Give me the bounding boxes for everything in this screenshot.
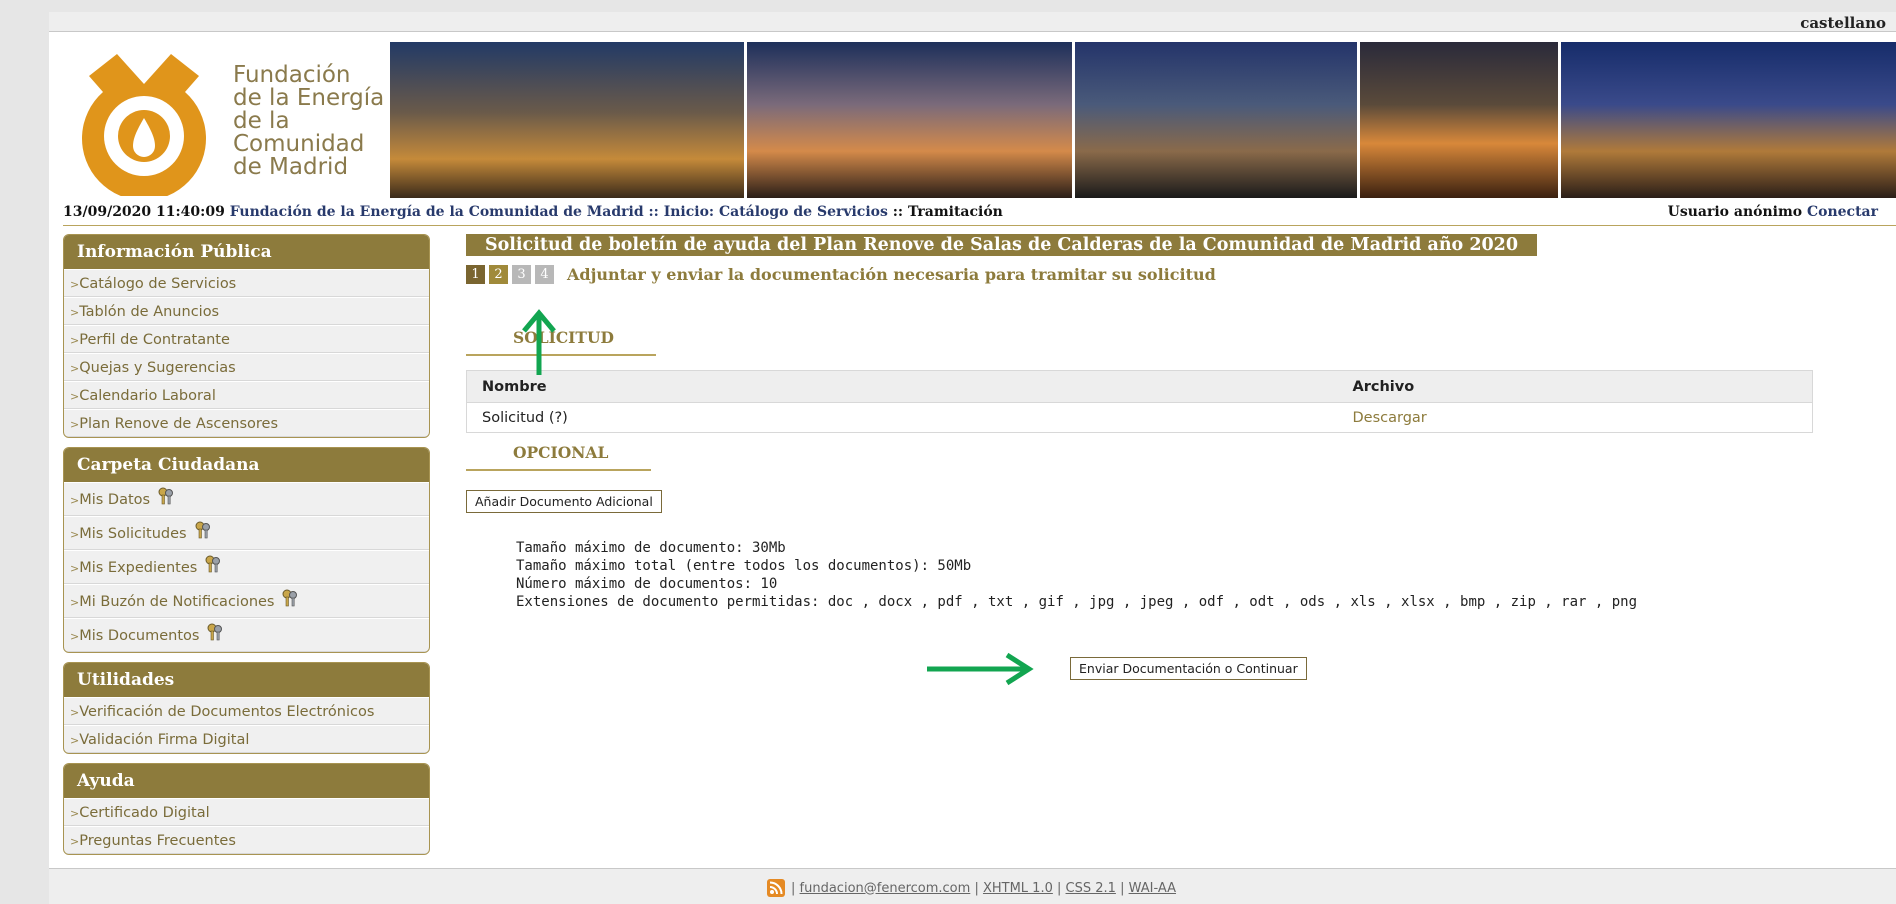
step-1: 1 — [466, 264, 485, 284]
section-title-solicitud: SOLICITUD — [466, 328, 656, 356]
sidebar-section-title: Utilidades — [64, 663, 429, 697]
sidebar-public-info: Información Pública >Catálogo de Servici… — [63, 234, 430, 438]
breadcrumb-home-link[interactable]: Fundación de la Energía de la Comunidad … — [230, 204, 644, 220]
banner-photo-gran-via — [390, 42, 744, 198]
sidebar-item-mis-expedientes[interactable]: >Mis Expedientes — [64, 550, 429, 584]
user-status: Usuario anónimo — [1667, 204, 1803, 220]
footer-wai-link[interactable]: WAI-AA — [1129, 881, 1176, 896]
step-2: 2 — [489, 264, 508, 284]
sidebar-item-preguntas[interactable]: >Preguntas Frecuentes — [64, 826, 429, 854]
step-3: 3 — [512, 264, 531, 284]
step-instruction: Adjuntar y enviar la documentación neces… — [567, 264, 1216, 284]
header-banner — [390, 42, 1896, 198]
sidebar-item-mis-datos[interactable]: >Mis Datos — [64, 482, 429, 516]
submit-documents-button[interactable]: Enviar Documentación o Continuar — [1070, 657, 1307, 680]
keys-icon — [158, 487, 174, 505]
sidebar-section-title: Carpeta Ciudadana — [64, 448, 429, 482]
sidebar-item-verificacion[interactable]: >Verificación de Documentos Electrónicos — [64, 697, 429, 725]
table-header-row: Nombre Archivo — [466, 370, 1813, 403]
green-arrow-up-icon — [522, 309, 556, 375]
page-title: Solicitud de boletín de ayuda del Plan R… — [466, 234, 1537, 256]
column-header-nombre: Nombre — [466, 370, 1338, 403]
document-name: Solicitud (?) — [482, 409, 568, 426]
keys-icon — [282, 589, 298, 607]
keys-icon — [207, 623, 223, 641]
sidebar-citizen-folder: Carpeta Ciudadana >Mis Datos >Mis Solici… — [63, 447, 430, 653]
current-datetime: 13/09/2020 11:40:09 — [63, 204, 225, 220]
rss-icon[interactable] — [767, 879, 785, 897]
download-link[interactable]: Descargar — [1338, 403, 1813, 433]
sidebar-item-validacion[interactable]: >Validación Firma Digital — [64, 725, 429, 753]
sidebar-item-calendario[interactable]: >Calendario Laboral — [64, 381, 429, 409]
sidebar-utilities: Utilidades >Verificación de Documentos E… — [63, 662, 430, 754]
upload-limits: Tamaño máximo de documento: 30Mb Tamaño … — [516, 539, 1637, 611]
limit-max-document: Tamaño máximo de documento: 30Mb — [516, 540, 786, 556]
sidebar-help: Ayuda >Certificado Digital >Preguntas Fr… — [63, 763, 430, 855]
step-indicator: 1 2 3 4 Adjuntar y enviar la documentaci… — [466, 264, 1216, 284]
keys-icon — [195, 521, 210, 539]
sidebar-item-mis-documentos[interactable]: >Mis Documentos — [64, 618, 429, 652]
banner-photo-towers — [747, 42, 1072, 198]
banner-photo-plaza-mayor — [1561, 42, 1896, 198]
language-bar: castellano — [49, 12, 1896, 32]
footer: | fundacion@fenercom.com | XHTML 1.0 | C… — [49, 868, 1896, 904]
sidebar-section-title: Ayuda — [64, 764, 429, 798]
limit-max-count: Número máximo de documentos: 10 — [516, 576, 778, 592]
logo-text: Fundación de la Energía de la Comunidad … — [233, 62, 385, 180]
banner-photo-highway — [1075, 42, 1357, 198]
sidebar-item-plan-renove[interactable]: >Plan Renove de Ascensores — [64, 409, 429, 437]
foundation-logo-icon[interactable] — [69, 46, 219, 196]
sidebar-item-certificado[interactable]: >Certificado Digital — [64, 798, 429, 826]
table-row: Solicitud (?) Descargar — [467, 403, 1813, 433]
sidebar-section-title: Información Pública — [64, 235, 429, 269]
sidebar-item-tablon[interactable]: >Tablón de Anuncios — [64, 297, 429, 325]
breadcrumb: 13/09/2020 11:40:09 Fundación de la Ener… — [63, 200, 1896, 226]
page: castellano Fundación de la Energía de la… — [49, 12, 1896, 904]
sidebar-item-mis-solicitudes[interactable]: >Mis Solicitudes — [64, 516, 429, 550]
sidebar-item-buzon[interactable]: >Mi Buzón de Notificaciones — [64, 584, 429, 618]
breadcrumb-inicio-link[interactable]: Inicio: — [664, 204, 714, 220]
footer-email-link[interactable]: fundacion@fenercom.com — [800, 881, 971, 896]
column-header-archivo: Archivo — [1337, 370, 1813, 403]
banner-photo-crystal-palace — [1360, 42, 1558, 198]
add-document-button[interactable]: Añadir Documento Adicional — [466, 490, 662, 513]
connect-link[interactable]: Conectar — [1807, 204, 1878, 220]
breadcrumb-current: Tramitación — [907, 204, 1003, 220]
language-link[interactable]: castellano — [1800, 14, 1886, 32]
sidebar: Información Pública >Catálogo de Servici… — [63, 234, 430, 864]
limit-max-total: Tamaño máximo total (entre todos los doc… — [516, 558, 972, 574]
green-arrow-right-icon — [927, 652, 1034, 686]
footer-css-link[interactable]: CSS 2.1 — [1066, 881, 1116, 896]
step-4: 4 — [535, 264, 554, 284]
sidebar-item-catalogo[interactable]: >Catálogo de Servicios — [64, 269, 429, 297]
sidebar-item-quejas[interactable]: >Quejas y Sugerencias — [64, 353, 429, 381]
sidebar-item-perfil[interactable]: >Perfil de Contratante — [64, 325, 429, 353]
footer-xhtml-link[interactable]: XHTML 1.0 — [983, 881, 1053, 896]
breadcrumb-catalogo-link[interactable]: Catálogo de Servicios — [719, 204, 888, 220]
limit-extensions: Extensiones de documento permitidas: doc… — [516, 594, 1638, 610]
keys-icon — [205, 555, 221, 573]
documents-table: Nombre Archivo Solicitud (?) Descargar — [466, 370, 1813, 433]
section-title-opcional: OPCIONAL — [466, 443, 651, 471]
